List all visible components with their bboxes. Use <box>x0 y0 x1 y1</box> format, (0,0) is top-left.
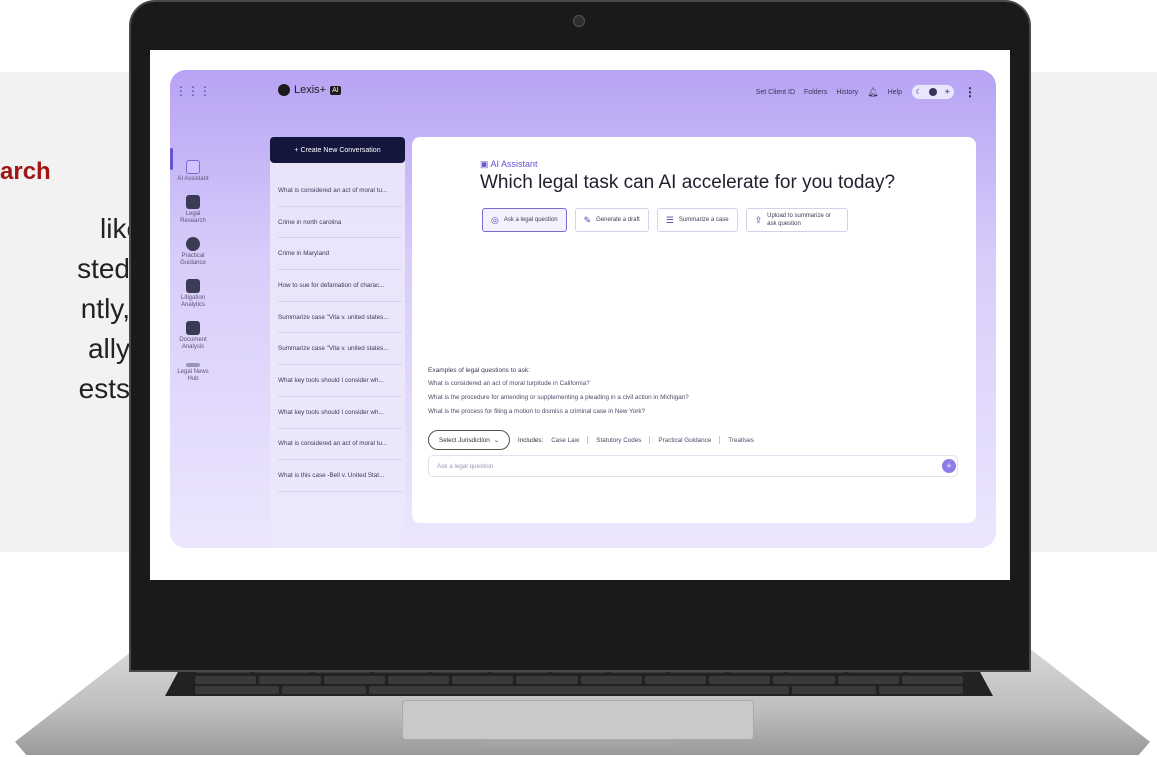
query-options-row: Select Jurisdiction ⌄ Includes: Case Law… <box>428 430 754 450</box>
bell-icon[interactable]: 🔔︎ <box>867 87 878 98</box>
stage: arch like sted ntly, ally ests ⋮⋮⋮ AI As… <box>0 0 1157 757</box>
ai-assistant-icon: ▣ <box>480 159 491 169</box>
sun-icon: ☀ <box>944 89 951 96</box>
conversation-item[interactable]: Summarize case "Vita v. united states... <box>278 333 402 366</box>
upload-button[interactable]: ⇪ Upload to summarize or ask question <box>745 208 848 232</box>
conversation-item[interactable]: What key tools should I consider wh... <box>278 397 402 429</box>
divider <box>587 436 589 444</box>
rail-item-label: Document Analysis <box>179 337 207 350</box>
folders-link[interactable]: Folders <box>804 89 827 96</box>
divider <box>649 436 651 444</box>
laptop-screen: ⋮⋮⋮ AI Assistant Legal Research Practica… <box>150 50 1010 580</box>
examples-title: Examples of legal questions to ask: <box>428 367 530 374</box>
document-icon <box>186 321 200 335</box>
list-icon: ☰ <box>665 214 674 225</box>
rail-active-marker <box>170 148 173 170</box>
camera-icon <box>573 15 585 27</box>
top-bar: Lexis+ AI Set Client ID Folders History … <box>216 70 996 116</box>
ai-assistant-icon <box>186 160 200 174</box>
jurisdiction-label: Select Jurisdiction <box>439 436 490 444</box>
includes-label: Includes: <box>518 436 544 444</box>
assistant-main-card: ▣ AI Assistant Which legal task can AI a… <box>412 137 976 523</box>
slide-text-line: like <box>100 213 143 244</box>
assistant-label: ▣ AI Assistant <box>480 159 538 170</box>
laptop-trackpad <box>402 700 754 740</box>
chevron-down-icon: ⌄ <box>493 436 500 444</box>
slide-text-line: ntly, <box>80 293 130 324</box>
rail-item-label: Legal Research <box>180 211 206 224</box>
assistant-label-text: AI Assistant <box>490 159 538 169</box>
conversation-item[interactable]: What is considered an act of moral tu... <box>278 429 402 461</box>
set-client-id-link[interactable]: Set Client ID <box>756 89 795 96</box>
conversation-item[interactable]: Summarize case "Vita v. united states... <box>278 302 402 334</box>
create-conversation-button[interactable]: + Create New Conversation <box>270 137 405 163</box>
practical-guidance-icon <box>186 237 200 251</box>
lexis-dot-icon <box>278 84 290 96</box>
page-title: Which legal task can AI accelerate for y… <box>480 172 896 193</box>
ask-question-button[interactable]: ◎ Ask a legal question <box>482 208 567 232</box>
kebab-icon[interactable]: ⋮ <box>964 85 976 99</box>
conversation-panel: + Create New Conversation What is consid… <box>270 137 405 548</box>
conversation-item[interactable]: Crime in Maryland <box>278 238 402 271</box>
divider <box>719 436 721 444</box>
send-icon[interactable]: + <box>942 459 956 473</box>
generate-draft-button[interactable]: ✎ Generate a draft <box>574 208 649 232</box>
source-practical-guidance[interactable]: Practical Guidance <box>658 437 711 444</box>
rail-item-label: AI Assistant <box>177 176 209 182</box>
source-case-law[interactable]: Case Law <box>551 437 579 444</box>
rail-item-label: Practical Guidance <box>180 253 206 266</box>
slide-heading: arch <box>0 158 51 185</box>
rail-item-document-analysis[interactable]: Document Analysis <box>172 321 214 351</box>
task-label: Generate a draft <box>596 217 640 223</box>
upload-icon: ⇪ <box>754 215 763 225</box>
example-question[interactable]: What is the process for filing a motion … <box>428 408 645 415</box>
source-treatises[interactable]: Treatises <box>728 437 754 444</box>
conversation-item[interactable]: What is this case -Bell v. United Stat..… <box>278 460 402 492</box>
moon-icon: ☾ <box>915 89 922 96</box>
conversation-item[interactable]: Crime in north carolina <box>278 207 402 239</box>
news-icon <box>186 363 200 367</box>
rail-item-label: Litigation Analytics <box>180 295 206 308</box>
slide-text-line: sted <box>77 253 130 284</box>
left-rail: ⋮⋮⋮ AI Assistant Legal Research Practica… <box>170 70 216 548</box>
conversation-list: What is considered an act of moral tu...… <box>278 175 402 492</box>
task-label: Upload to summarize or ask question <box>767 213 831 227</box>
slide-text-line: ally <box>87 333 130 364</box>
example-question[interactable]: What is considered an act of moral turpi… <box>428 380 590 387</box>
rail-item-practical-guidance[interactable]: Practical Guidance <box>172 237 214 267</box>
rail-item-legal-news-hub[interactable]: Legal News Hub <box>172 363 214 383</box>
slide-text-line: ests <box>78 373 130 404</box>
conversation-item[interactable]: How to sue for defamation of charac... <box>278 270 402 302</box>
lexis-logo[interactable]: Lexis+ AI <box>278 84 341 96</box>
rail-item-label: Legal News Hub <box>177 369 209 382</box>
select-jurisdiction-button[interactable]: Select Jurisdiction ⌄ <box>428 430 511 450</box>
logo-badge: AI <box>330 85 341 95</box>
example-question[interactable]: What is the procedure for amending or su… <box>428 394 689 401</box>
laptop-notch <box>483 741 673 747</box>
ask-question-input[interactable]: Ask a legal question <box>428 455 958 477</box>
app-grid-icon[interactable]: ⋮⋮⋮ <box>175 84 211 98</box>
task-label: Summarize a case <box>678 217 729 223</box>
rail-item-legal-research[interactable]: Legal Research <box>172 195 214 225</box>
source-statutory-codes[interactable]: Statutory Codes <box>596 437 641 444</box>
legal-research-icon <box>186 195 200 209</box>
draft-icon: ✎ <box>583 214 592 225</box>
analytics-icon <box>186 279 200 293</box>
theme-toggle[interactable]: ☾ ☀ <box>911 84 955 100</box>
toggle-knob <box>928 88 937 96</box>
help-link[interactable]: Help <box>888 89 902 96</box>
rail-item-ai-assistant[interactable]: AI Assistant <box>172 160 214 183</box>
lexis-app-window: ⋮⋮⋮ AI Assistant Legal Research Practica… <box>170 70 996 548</box>
task-buttons: ◎ Ask a legal question ✎ Generate a draf… <box>482 208 848 232</box>
task-label: Ask a legal question <box>503 217 558 223</box>
rail-item-litigation-analytics[interactable]: Litigation Analytics <box>172 279 214 309</box>
conversation-item[interactable]: What is considered an act of moral tu... <box>278 175 402 207</box>
chat-icon: ◎ <box>491 214 499 225</box>
logo-text: Lexis+ <box>294 84 327 96</box>
summarize-case-button[interactable]: ☰ Summarize a case <box>656 208 738 232</box>
top-links: Set Client ID Folders History 🔔︎ Help ☾ … <box>756 84 976 100</box>
history-link[interactable]: History <box>836 89 858 96</box>
conversation-item[interactable]: What key tools should I consider wh... <box>278 365 402 397</box>
